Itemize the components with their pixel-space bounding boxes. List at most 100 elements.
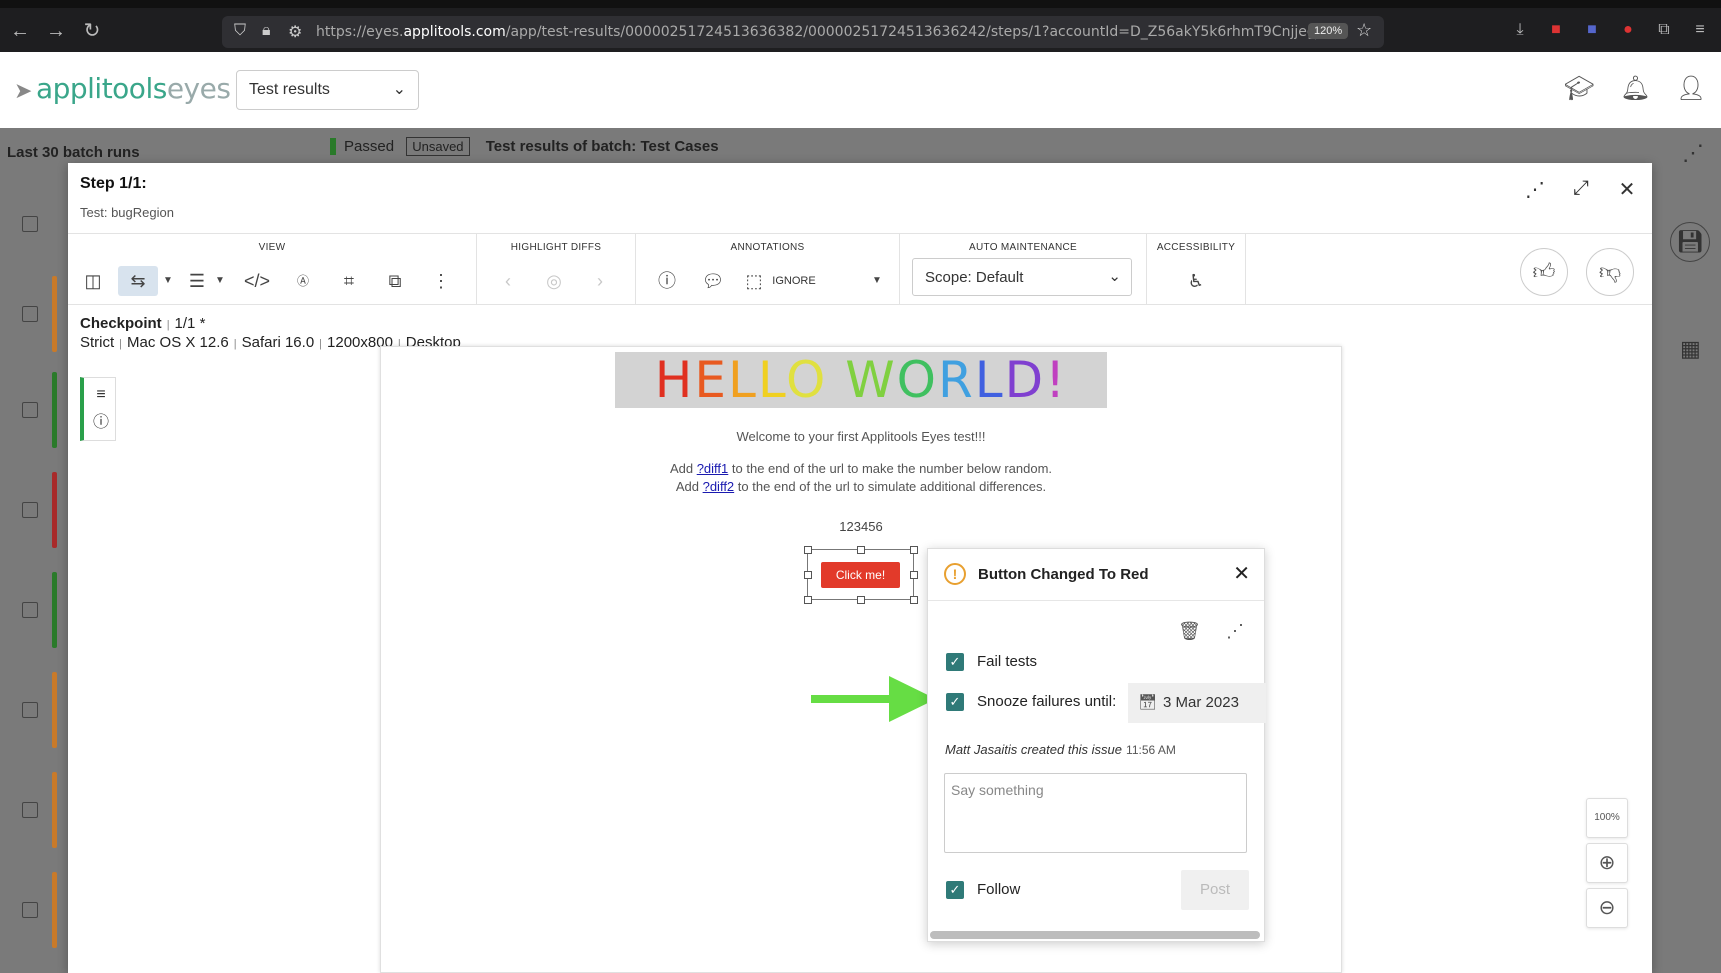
resize-handle[interactable]: [910, 596, 918, 604]
close-icon[interactable]: ✕: [1233, 561, 1250, 586]
shield-icon[interactable]: ⛉: [234, 22, 246, 40]
crop-icon[interactable]: ⌗: [334, 266, 364, 296]
accessibility-icon[interactable]: ♿︎: [1181, 266, 1211, 296]
region-select-icon[interactable]: ⧉: [380, 266, 410, 296]
follow-checkbox[interactable]: ✓: [946, 881, 964, 899]
zoom-fit-button[interactable]: 100%: [1586, 798, 1628, 838]
annotation-dropdown-icon[interactable]: ▼: [862, 266, 892, 296]
batch-row[interactable]: [0, 268, 68, 358]
layers-dropdown-icon[interactable]: ▼: [212, 266, 228, 296]
row-checkbox[interactable]: [22, 502, 38, 518]
diff1-link[interactable]: ?diff1: [697, 461, 729, 476]
user-settings-icon[interactable]: 👤︎: [1676, 74, 1706, 104]
address-bar[interactable]: ⛉ 🔒︎ ⚙ https://eyes.applitools.com/app/t…: [222, 16, 1384, 48]
issue-title[interactable]: Button Changed To Red: [978, 566, 1149, 583]
resize-handle[interactable]: [910, 571, 918, 579]
batch-row[interactable]: [0, 464, 68, 554]
view-dropdown-icon[interactable]: ▼: [160, 266, 176, 296]
horizontal-scrollbar[interactable]: [930, 931, 1260, 939]
snooze-date-picker[interactable]: 📅︎ 3 Mar 2023: [1128, 683, 1266, 723]
url-text[interactable]: https://eyes.applitools.com/app/test-res…: [316, 24, 1316, 40]
thumbs-down-icon[interactable]: 👎︎: [1586, 248, 1634, 296]
comment-input[interactable]: Say something: [944, 773, 1247, 853]
forward-icon[interactable]: →: [45, 20, 67, 42]
menu-lines-icon[interactable]: ≡: [90, 384, 112, 406]
snooze-checkbox[interactable]: ✓: [946, 693, 964, 711]
resize-handle[interactable]: [804, 571, 812, 579]
row-checkbox[interactable]: [22, 216, 38, 232]
code-icon[interactable]: </>: [242, 266, 272, 296]
reload-icon[interactable]: ↻: [81, 20, 103, 42]
share-icon[interactable]: ⋰: [1682, 140, 1704, 166]
fail-tests-checkbox[interactable]: ✓: [946, 653, 964, 671]
page-selector-dropdown[interactable]: Test results ⌄: [236, 70, 419, 110]
row-checkbox[interactable]: [22, 602, 38, 618]
diff2-link[interactable]: ?diff2: [703, 479, 735, 494]
scope-select[interactable]: Scope: Default ⌄: [912, 258, 1132, 296]
share-icon[interactable]: ⋰: [1522, 177, 1548, 202]
extension-icon[interactable]: ■: [1546, 20, 1566, 40]
back-icon[interactable]: ←: [9, 20, 31, 42]
applitools-logo[interactable]: ➤ applitoolseyes: [14, 72, 231, 105]
table-settings-icon[interactable]: ▦: [1680, 336, 1701, 362]
checkpoint-name: Checkpoint: [80, 315, 162, 332]
share-icon[interactable]: ⋰: [1224, 621, 1246, 642]
row-checkbox[interactable]: [22, 802, 38, 818]
more-options-icon[interactable]: ⋮: [426, 266, 456, 296]
expand-icon[interactable]: ⤢: [1568, 177, 1594, 200]
graduation-cap-icon[interactable]: 🎓︎: [1564, 74, 1594, 104]
batch-row[interactable]: [0, 664, 68, 754]
next-diff-icon[interactable]: ›: [585, 266, 615, 296]
batch-row[interactable]: [0, 764, 68, 854]
resize-handle[interactable]: [857, 596, 865, 604]
menu-icon[interactable]: ≡: [1690, 20, 1710, 40]
batch-row[interactable]: [0, 178, 68, 268]
compare-view-icon[interactable]: ⇆: [118, 266, 158, 296]
follow-label: Follow: [977, 881, 1021, 898]
previous-diff-icon[interactable]: ‹: [493, 266, 523, 296]
row-checkbox[interactable]: [22, 902, 38, 918]
extensions-puzzle-icon[interactable]: ⧉: [1654, 20, 1674, 40]
zoom-in-icon[interactable]: ⊕: [1586, 843, 1628, 883]
ignore-annotation-button[interactable]: IGNORE: [764, 266, 824, 296]
issue-exclamation-icon[interactable]: ⓘ: [90, 412, 112, 434]
ignore-region-icon[interactable]: ⬚: [742, 266, 766, 296]
bell-icon[interactable]: 🔔︎: [1620, 74, 1650, 104]
batch-row[interactable]: [0, 864, 68, 954]
side-by-side-icon[interactable]: ◫: [78, 266, 108, 296]
resize-handle[interactable]: [804, 596, 812, 604]
permissions-icon[interactable]: ⚙: [288, 22, 302, 42]
downloads-icon[interactable]: ⤓: [1510, 20, 1530, 40]
banner-letter: O: [785, 351, 828, 409]
layers-icon[interactable]: ☰: [182, 266, 212, 296]
zoom-out-icon[interactable]: ⊖: [1586, 888, 1628, 928]
row-status-bar: [52, 872, 57, 948]
issue-region[interactable]: Click me!: [804, 546, 918, 604]
lock-icon[interactable]: 🔒︎: [262, 22, 271, 40]
separator: |: [319, 338, 323, 350]
resize-handle[interactable]: [804, 546, 812, 554]
post-button[interactable]: Post: [1181, 870, 1249, 910]
bookmark-star-icon[interactable]: ☆: [1356, 20, 1372, 41]
close-icon[interactable]: ✕: [1614, 177, 1640, 202]
row-checkbox[interactable]: [22, 306, 38, 322]
batch-row[interactable]: [0, 364, 68, 454]
welcome-text: Welcome to your first Applitools Eyes te…: [736, 429, 986, 444]
resize-handle[interactable]: [910, 546, 918, 554]
highlight-target-icon[interactable]: ◎: [539, 266, 569, 296]
extension-icon[interactable]: ●: [1618, 20, 1638, 40]
row-checkbox[interactable]: [22, 402, 38, 418]
resize-handle[interactable]: [857, 546, 865, 554]
remark-bubble-icon[interactable]: 💬︎: [698, 266, 728, 296]
zoom-level-badge[interactable]: 120%: [1308, 23, 1349, 39]
batch-row[interactable]: [0, 564, 68, 654]
os-info: Mac OS X 12.6: [127, 334, 229, 351]
save-icon[interactable]: 💾︎: [1670, 222, 1710, 262]
row-checkbox[interactable]: [22, 702, 38, 718]
issue-exclamation-icon[interactable]: ⓘ: [652, 266, 682, 296]
separator: |: [119, 338, 123, 350]
ab-compare-icon[interactable]: Ⓐ: [288, 266, 318, 296]
trash-icon[interactable]: 🗑︎: [1178, 621, 1201, 642]
thumbs-up-icon[interactable]: 👍︎: [1520, 248, 1568, 296]
extension-icon[interactable]: ■: [1582, 20, 1602, 40]
